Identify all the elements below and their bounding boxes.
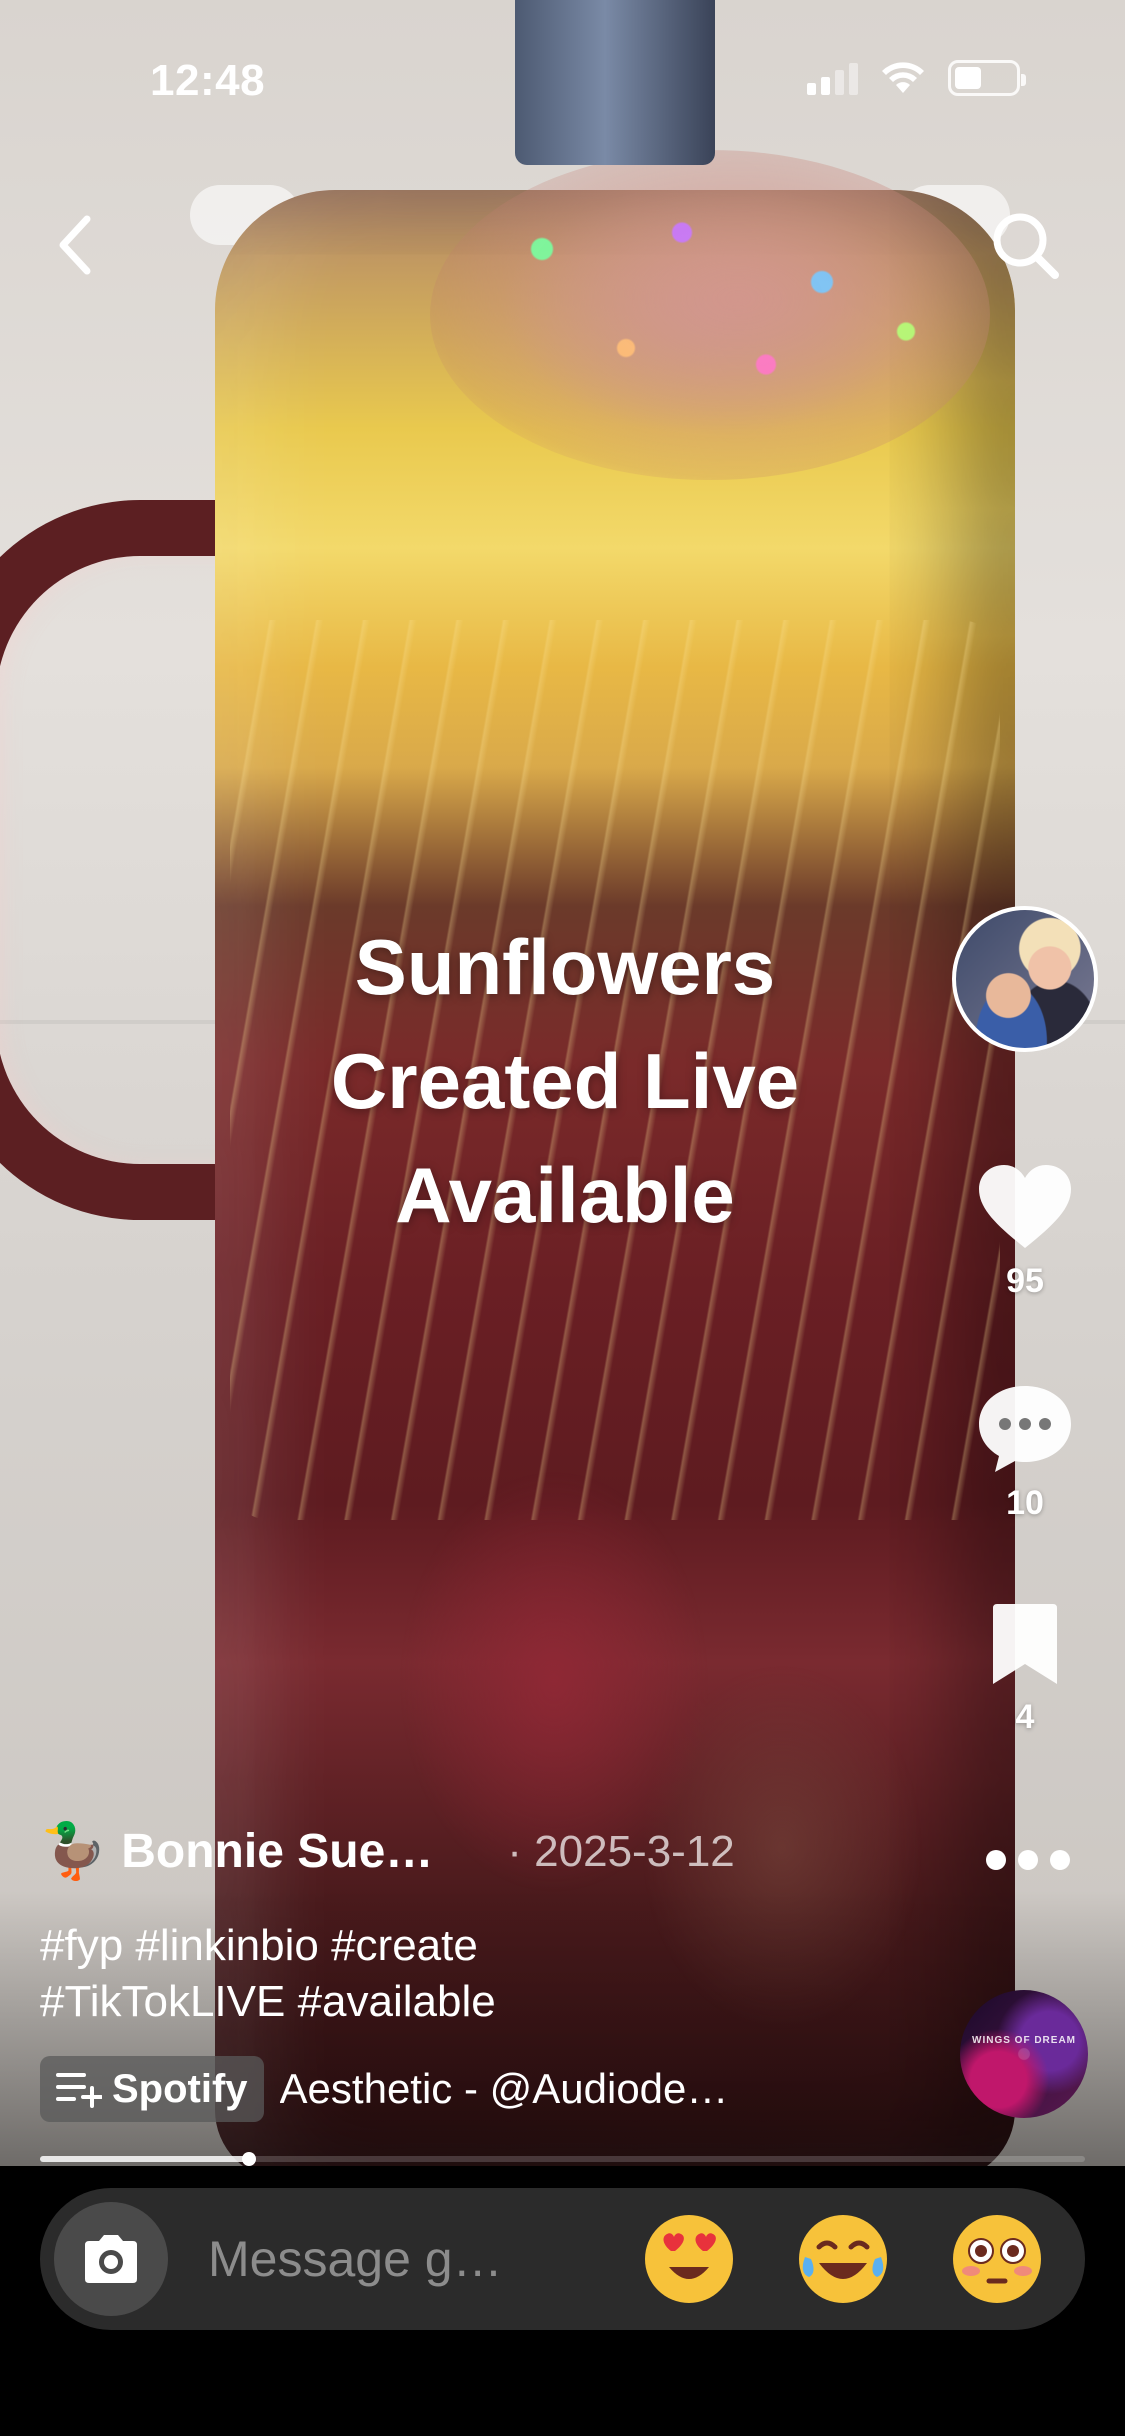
wifi-icon	[882, 62, 924, 93]
heart-icon	[979, 1165, 1071, 1248]
back-button[interactable]	[40, 205, 110, 285]
heart-eyes-emoji-icon	[645, 2215, 733, 2303]
ellipsis-dot	[986, 1850, 1006, 1870]
video-progress-fill	[40, 2156, 249, 2162]
like-count: 95	[1006, 1262, 1044, 1300]
author-row: 🦆 Bonnie Sue… · 2025-3-12	[40, 1820, 940, 1883]
message-input[interactable]	[208, 2230, 585, 2288]
emoji-flushed-button[interactable]	[947, 2209, 1047, 2309]
search-button[interactable]	[985, 205, 1065, 285]
music-disc[interactable]: WINGS OF DREAM	[960, 1990, 1088, 2118]
camera-icon	[85, 2235, 137, 2283]
overlay-line: Created Live	[330, 1037, 800, 1125]
save-button[interactable]: 4	[970, 1602, 1080, 1737]
playlist-add-icon	[56, 2073, 102, 2108]
save-count: 4	[1015, 1698, 1035, 1736]
ellipsis-dot	[1050, 1850, 1070, 1870]
bookmark-icon	[993, 1604, 1057, 1684]
emoji-tears-of-joy-button[interactable]	[793, 2209, 893, 2309]
spotify-chip[interactable]: Spotify	[40, 2056, 264, 2122]
search-icon	[993, 213, 1059, 279]
overlay-line: Sunflowers	[354, 923, 776, 1011]
creator-avatar[interactable]	[952, 906, 1098, 1052]
duck-emoji-icon: 🦆	[40, 1821, 108, 1881]
post-date: · 2025-3-12	[507, 1826, 735, 1876]
music-row[interactable]: Spotify Aesthetic - @Audiode…	[40, 2056, 920, 2122]
flushed-emoji-icon	[953, 2215, 1041, 2303]
tumbler-glitter	[430, 150, 990, 480]
comment-count: 10	[1006, 1484, 1044, 1522]
status-time: 12:48	[150, 56, 266, 105]
emoji-heart-eyes-button[interactable]	[639, 2209, 739, 2309]
post-caption[interactable]: #fyp #linkinbio #create #TikTokLIVE #ava…	[40, 1918, 920, 2030]
hashtag-line[interactable]: #fyp #linkinbio #create	[40, 1918, 920, 1974]
battery-level	[955, 67, 982, 89]
video-text-overlay: Sunflowers Created Live Available	[200, 910, 930, 1252]
message-bar	[40, 2188, 1085, 2330]
cellular-signal-icon	[807, 61, 858, 95]
like-button[interactable]: 95	[970, 1162, 1080, 1301]
tears-of-joy-emoji-icon	[799, 2215, 887, 2303]
overlay-line: Available	[395, 1151, 735, 1239]
battery-icon	[948, 60, 1026, 96]
video-progress-bar[interactable]	[40, 2152, 1085, 2166]
comment-button[interactable]: 10	[970, 1382, 1080, 1523]
tumbler-straw	[515, 0, 715, 165]
camera-button[interactable]	[54, 2202, 168, 2316]
chevron-left-icon	[59, 215, 91, 275]
ellipsis-dot	[1018, 1850, 1038, 1870]
author-name[interactable]: Bonnie Sue…	[121, 1824, 433, 1879]
video-progress-thumb[interactable]	[242, 2152, 256, 2166]
more-options-button[interactable]	[980, 1840, 1076, 1880]
comment-bubble-icon	[979, 1386, 1071, 1472]
status-icons	[807, 60, 1026, 96]
spotify-label: Spotify	[112, 2066, 248, 2111]
music-title[interactable]: Aesthetic - @Audiode…	[280, 2065, 729, 2113]
music-disc-label: WINGS OF DREAM	[972, 2034, 1076, 2046]
hashtag-line[interactable]: #TikTokLIVE #available	[40, 1974, 920, 2030]
